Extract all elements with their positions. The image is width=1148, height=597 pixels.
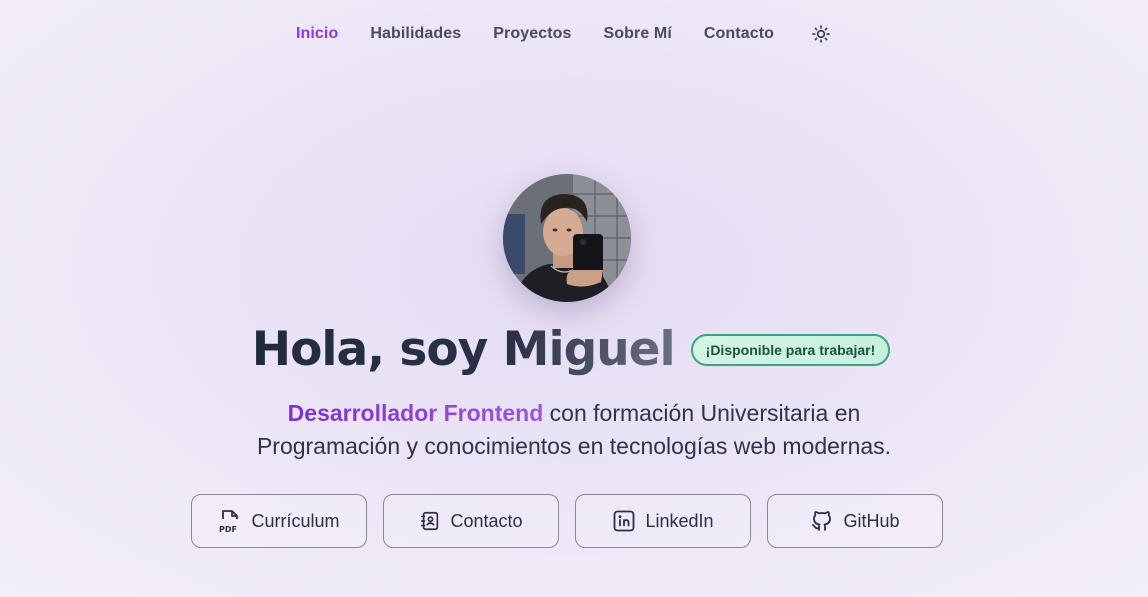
github-label: GitHub: [843, 510, 900, 531]
profile-photo: [503, 174, 631, 302]
hero-heading-row: Hola, soy Miguel ¡Disponible para trabaj…: [0, 318, 1148, 382]
nav-item-habilidades[interactable]: Habilidades: [370, 25, 461, 43]
linkedin-label: LinkedIn: [645, 510, 714, 531]
page-title: Hola, soy Miguel: [252, 318, 676, 382]
contact-button[interactable]: Contacto: [383, 494, 559, 548]
github-button[interactable]: GitHub: [767, 494, 943, 548]
contact-book-icon: [421, 511, 439, 531]
sun-icon: [812, 25, 830, 43]
github-icon: [812, 511, 832, 531]
status-badge: ¡Disponible para trabajar!: [690, 334, 891, 366]
svg-text:PDF: PDF: [219, 525, 237, 534]
pdf-icon: PDF: [219, 510, 239, 534]
role-highlight: Desarrollador Frontend: [287, 400, 544, 426]
nav-item-sobre-mi[interactable]: Sobre Mí: [604, 25, 672, 43]
nav-item-contacto[interactable]: Contacto: [704, 25, 774, 43]
curriculum-label: Currículum: [251, 510, 340, 531]
curriculum-button[interactable]: PDF Currículum: [191, 494, 367, 548]
avatar: [503, 174, 631, 302]
hero-subtitle: Desarrollador Frontend con formación Uni…: [0, 397, 1148, 463]
theme-toggle-button[interactable]: [810, 23, 832, 45]
nav-item-proyectos[interactable]: Proyectos: [493, 25, 571, 43]
subtitle-line1: con formación Universitaria en: [543, 400, 861, 426]
contact-label: Contacto: [450, 510, 523, 531]
linkedin-button[interactable]: LinkedIn: [575, 494, 751, 548]
linkedin-icon: [614, 510, 635, 532]
hero-heading-inner: Hola, soy Miguel ¡Disponible para trabaj…: [252, 318, 891, 382]
subtitle-line2: Programación y conocimientos en tecnolog…: [256, 433, 892, 459]
action-buttons: PDF Currículum Contacto LinkedIn GitHub: [191, 494, 943, 548]
nav-links: Inicio Habilidades Proyectos Sobre Mí Co…: [296, 23, 832, 45]
nav-item-inicio[interactable]: Inicio: [296, 25, 338, 43]
main-nav: Inicio Habilidades Proyectos Sobre Mí Co…: [0, 22, 1148, 46]
